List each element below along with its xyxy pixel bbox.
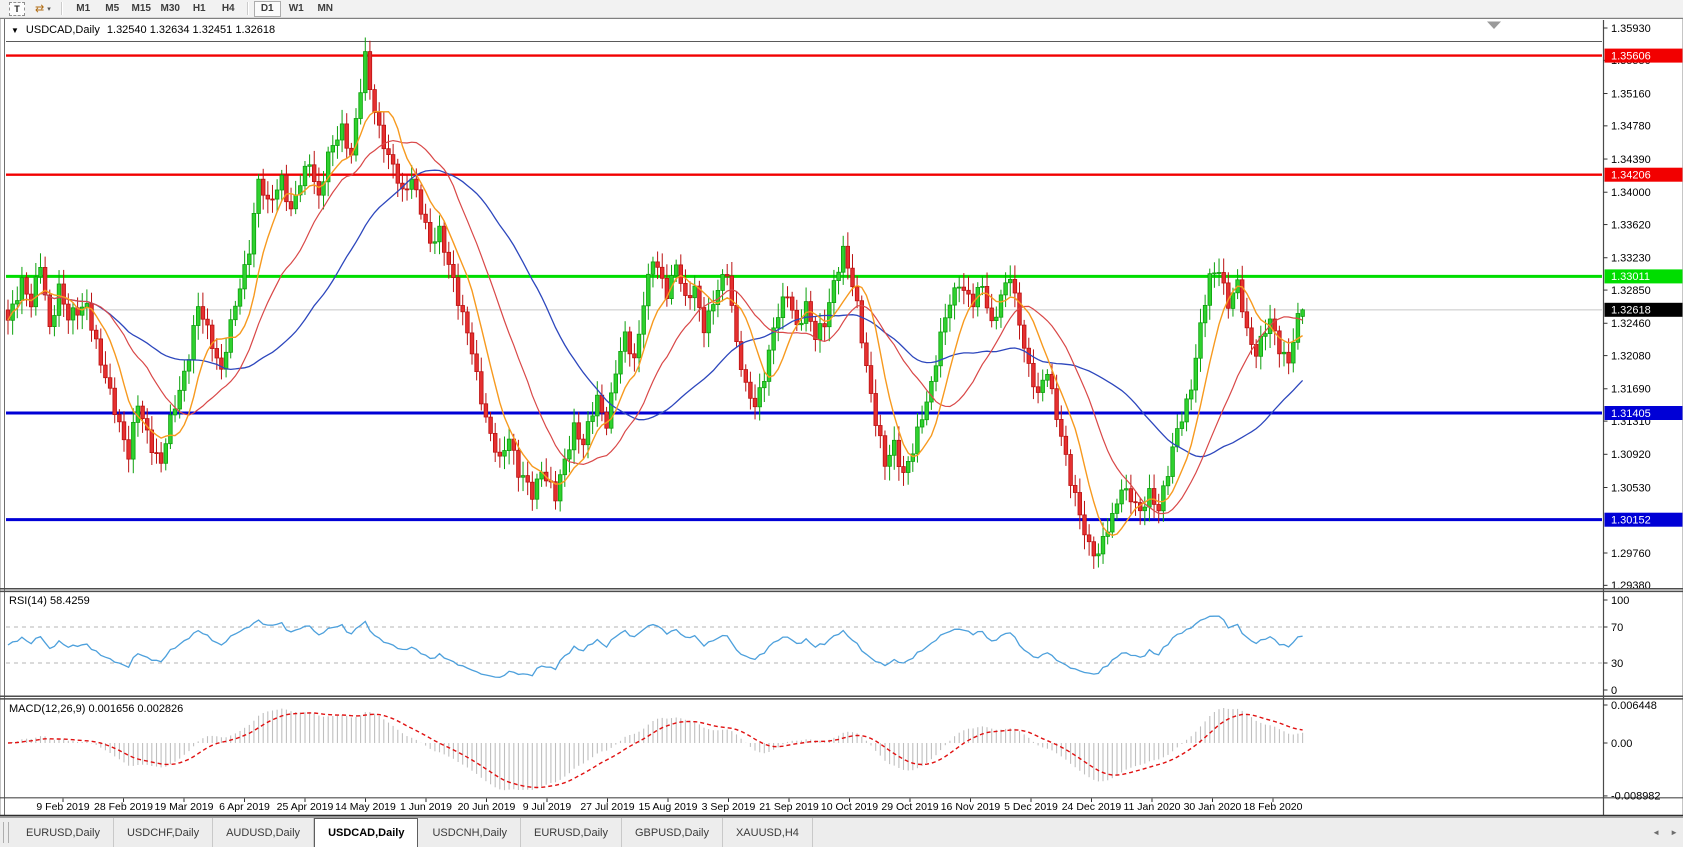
chart-symbol-period: USDCAD,Daily	[26, 24, 100, 36]
toolbar-separator	[247, 2, 249, 15]
svg-text:30: 30	[1611, 658, 1623, 670]
timeframe-button-h1[interactable]: H1	[186, 1, 213, 17]
timeframe-group: M1M5M15M30H1H4 D1W1MN	[69, 1, 340, 17]
rsi-indicator-label: RSI(14) 58.4259	[9, 595, 90, 607]
tab-scroll-right-button[interactable]: ►	[1665, 818, 1683, 847]
text-tool-icon: T	[9, 2, 25, 16]
macd-histogram	[8, 708, 1303, 790]
timeframe-button-d1[interactable]: D1	[254, 1, 281, 17]
price-axis[interactable]	[1603, 20, 1683, 589]
timeframe-button-m30[interactable]: M30	[157, 1, 184, 17]
text-tool-button[interactable]: T	[5, 1, 29, 16]
tab-eurusd-daily[interactable]: EURUSD,Daily	[13, 818, 114, 847]
pane-separators	[0, 589, 1683, 816]
tabbar-gripper[interactable]	[3, 822, 9, 843]
svg-text:100: 100	[1611, 595, 1629, 607]
chart-shift-marker-icon[interactable]	[1487, 22, 1501, 30]
toolbar-separator	[61, 2, 63, 15]
macd-indicator-label: MACD(12,26,9) 0.001656 0.002826	[9, 703, 183, 715]
top-toolbar: T ⇄ ▾ M1M5M15M30H1H4 D1W1MN	[0, 0, 1683, 18]
time-axis[interactable]	[0, 798, 1603, 816]
tab-xauusd-h4[interactable]: XAUUSD,H4	[723, 818, 813, 847]
candles-layer	[6, 38, 1304, 569]
macd-pane: 0.0064480.00-0.008982	[8, 700, 1661, 803]
chart-title-bar: ▼ USDCAD,Daily 1.32540 1.32634 1.32451 1…	[11, 24, 275, 36]
svg-text:70: 70	[1611, 622, 1623, 634]
tab-scroll-left-button[interactable]: ◄	[1647, 818, 1665, 847]
rsi-pane: 10070300	[6, 595, 1629, 697]
rsi-line	[8, 616, 1303, 677]
ma-medium-line	[8, 141, 1303, 514]
timeframe-button-h4[interactable]: H4	[215, 1, 242, 17]
timeframe-button-m15[interactable]: M15	[128, 1, 155, 17]
svg-text:-0.008982: -0.008982	[1611, 791, 1661, 803]
chart-canvas[interactable]: 1.359301.355501.351601.347801.343901.340…	[0, 0, 1683, 852]
chart-tab-bar: EURUSD,DailyUSDCHF,DailyAUDUSD,DailyUSDC…	[0, 817, 1683, 847]
objects-dropdown-button[interactable]: ⇄ ▾	[31, 1, 55, 16]
chevron-down-icon: ▾	[47, 5, 51, 13]
timeframe-button-mn[interactable]: MN	[312, 1, 339, 17]
pane-separator-macd[interactable]	[0, 694, 1683, 702]
svg-text:0.00: 0.00	[1611, 738, 1632, 750]
chart-title-caret-icon[interactable]: ▼	[11, 26, 19, 35]
tabs-holder: EURUSD,DailyUSDCHF,DailyAUDUSD,DailyUSDC…	[13, 818, 813, 847]
tab-usdcad-daily[interactable]: USDCAD,Daily	[314, 818, 418, 847]
tab-audusd-daily[interactable]: AUDUSD,Daily	[213, 818, 314, 847]
tab-gbpusd-daily[interactable]: GBPUSD,Daily	[622, 818, 723, 847]
timeframe-button-w1[interactable]: W1	[283, 1, 310, 17]
tabbar-spacer	[813, 818, 1647, 847]
macd-signal-line	[8, 713, 1303, 788]
chart-ohlc-quotes: 1.32540 1.32634 1.32451 1.32618	[107, 24, 275, 36]
pane-separator-rsi[interactable]	[0, 586, 1683, 594]
tab-usdchf-daily[interactable]: USDCHF,Daily	[114, 818, 213, 847]
tab-eurusd-daily[interactable]: EURUSD,Daily	[521, 818, 622, 847]
objects-icon: ⇄	[35, 4, 44, 14]
timeframe-button-m1[interactable]: M1	[70, 1, 97, 17]
tab-usdcnh-daily[interactable]: USDCNH,Daily	[419, 818, 521, 847]
timeframe-button-m5[interactable]: M5	[99, 1, 126, 17]
